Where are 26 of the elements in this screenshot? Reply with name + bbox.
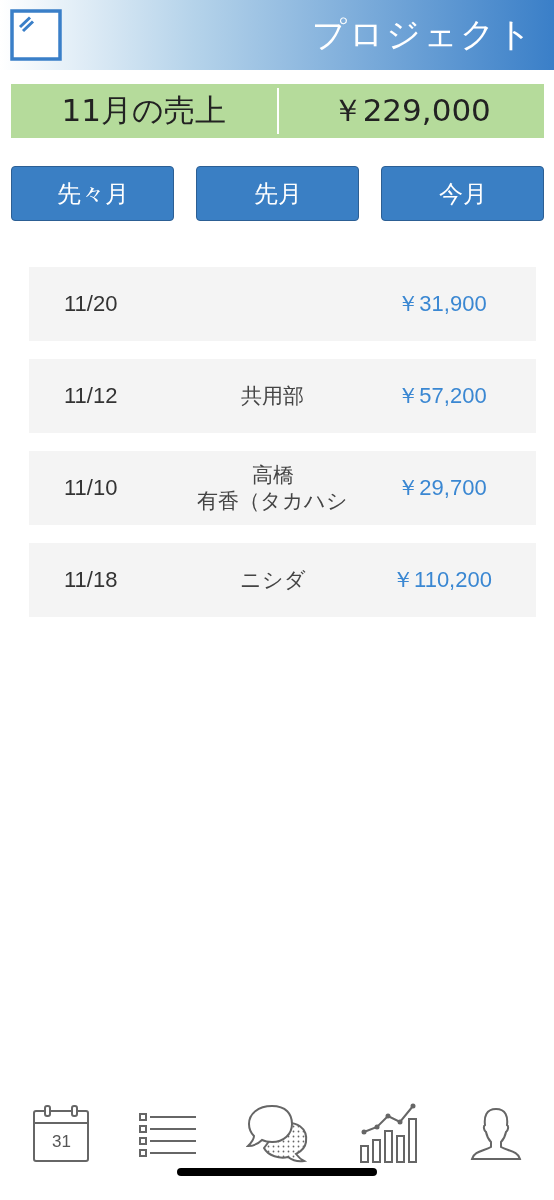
period-button[interactable]: 今月 [381, 166, 544, 221]
entry-amount: ￥57,200 [396, 382, 488, 410]
entry-date: 11/18 [63, 567, 119, 593]
summary-label: 11月の売上 [60, 91, 227, 130]
entry-row[interactable]: 11/12 共用部 ￥57,200 [29, 359, 536, 433]
user-icon[interactable] [469, 1107, 522, 1161]
entry-amount: ￥110,200 [391, 566, 493, 594]
period-button[interactable]: 先月 [196, 166, 359, 221]
entry-name: 高橋 [251, 461, 294, 488]
entry-date: 11/10 [63, 475, 119, 501]
entry-amount: ￥29,700 [396, 474, 488, 502]
page-title: プロジェクト [312, 13, 534, 56]
chat-bubbles-icon[interactable] [246, 1104, 310, 1164]
entry-row[interactable]: 11/10 高橋 有香（タカハシ ￥29,700 [29, 451, 536, 525]
entry-name: ニシダ [239, 566, 306, 594]
entry-row[interactable]: 11/20 ￥31,900 [29, 267, 536, 341]
logo-icon[interactable] [10, 9, 62, 61]
entry-amount: ￥31,900 [396, 290, 488, 318]
entry-row[interactable]: 11/18 ニシダ ￥110,200 [29, 543, 536, 617]
summary-amount: ￥229,000 [330, 91, 492, 130]
entry-date: 11/20 [63, 291, 119, 317]
entry-name: 有香（タカハシ [197, 488, 348, 515]
period-button[interactable]: 先々月 [11, 166, 174, 221]
list-icon[interactable] [139, 1111, 198, 1157]
entry-date: 11/12 [63, 383, 119, 409]
entry-name: 共用部 [241, 382, 304, 410]
